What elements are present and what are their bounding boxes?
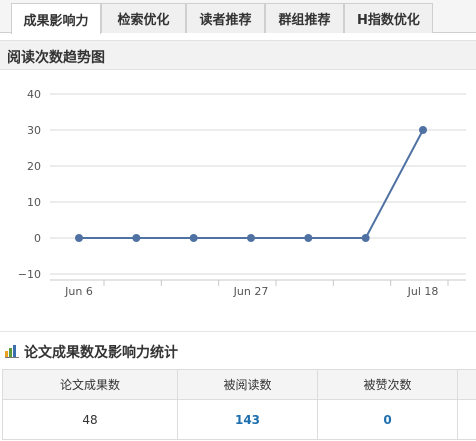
data-point <box>132 234 141 242</box>
stats-header-row: 论文成果数 被阅读数 被赞次数 <box>2 369 476 400</box>
bar-chart-icon <box>5 345 19 358</box>
reading-trend-chart: −10 0 10 20 30 40 Jun 6 Jun 27 Jul 18 <box>0 70 476 332</box>
tab-impact[interactable]: 成果影响力 <box>11 3 101 34</box>
value-paper-count: 48 <box>2 399 178 440</box>
value-like-count[interactable]: 0 <box>317 399 458 440</box>
tab-h-index[interactable]: H指数优化 <box>344 3 433 33</box>
data-point <box>361 234 370 242</box>
tab-reader-recommend[interactable]: 读者推荐 <box>186 3 265 33</box>
header-extra <box>457 369 476 400</box>
y-tick-label: 10 <box>27 196 41 209</box>
value-read-count[interactable]: 143 <box>177 399 318 440</box>
chart-section-title: 阅读次数趋势图 <box>7 50 105 66</box>
y-tick-label: 0 <box>34 232 41 245</box>
chart-section-header: 阅读次数趋势图 <box>0 40 476 70</box>
tab-bar: 成果影响力 检索优化 读者推荐 群组推荐 H指数优化 <box>0 0 476 34</box>
tab-group-recommend[interactable]: 群组推荐 <box>265 3 344 33</box>
chart-svg: −10 0 10 20 30 40 Jun 6 Jun 27 Jul 18 <box>18 88 466 298</box>
x-tick-label: Jun 27 <box>233 285 269 298</box>
stats-value-row: 48 143 0 <box>2 399 476 440</box>
header-read-count: 被阅读数 <box>177 369 318 400</box>
stats-header: 论文成果数及影响力统计 <box>0 338 476 366</box>
data-point <box>189 234 198 242</box>
value-extra <box>457 399 476 440</box>
data-point <box>304 234 313 242</box>
data-point <box>419 126 427 134</box>
stats-title: 论文成果数及影响力统计 <box>24 345 178 361</box>
x-tick-label: Jul 18 <box>407 285 439 298</box>
data-point <box>247 234 255 242</box>
y-tick-label: −10 <box>18 268 41 281</box>
data-point <box>75 234 83 242</box>
series-line <box>79 129 424 239</box>
header-paper-count: 论文成果数 <box>2 369 178 400</box>
y-tick-label: 40 <box>27 88 41 101</box>
y-tick-label: 20 <box>27 160 41 173</box>
tab-search-optimization[interactable]: 检索优化 <box>101 3 186 33</box>
x-tick-label: Jun 6 <box>64 285 93 298</box>
stats-table: 论文成果数 被阅读数 被赞次数 48 143 0 <box>2 369 476 440</box>
header-like-count: 被赞次数 <box>317 369 458 400</box>
y-tick-label: 30 <box>27 124 41 137</box>
